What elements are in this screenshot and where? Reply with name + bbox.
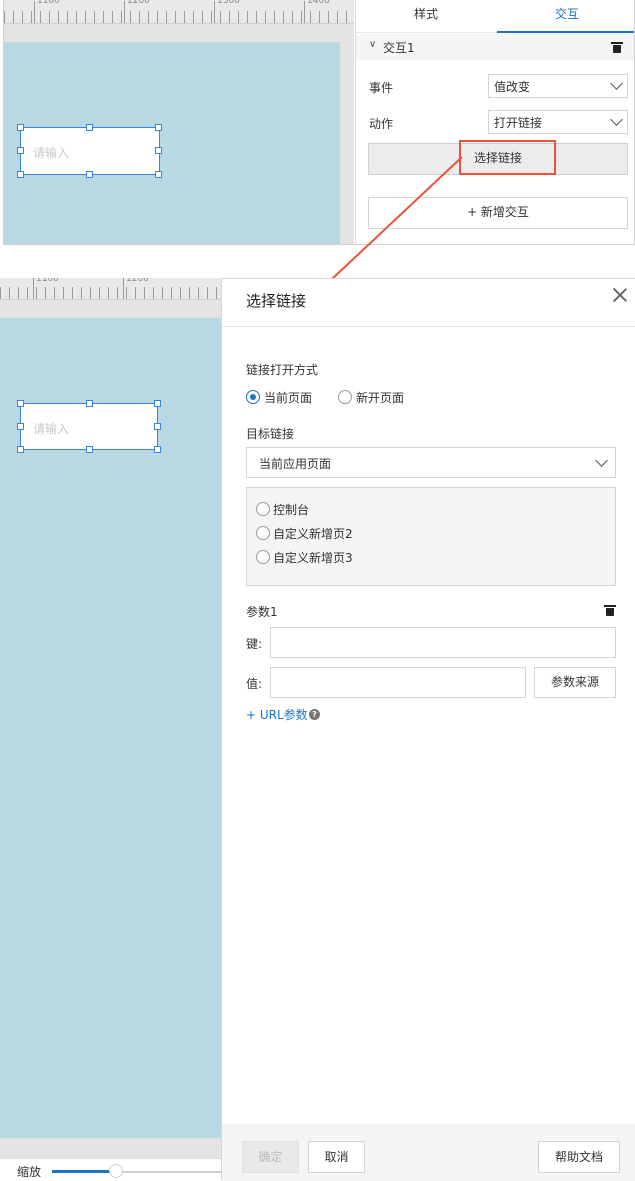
resize-handle[interactable] xyxy=(154,400,161,407)
event-label: 事件 xyxy=(369,81,394,95)
resize-handle[interactable] xyxy=(86,446,93,453)
tab-style[interactable]: 样式 xyxy=(356,0,496,33)
key-label: 键: xyxy=(246,637,263,651)
dialog-footer: 确定 取消 帮助文档 xyxy=(222,1124,635,1181)
ruler-label: 1100 xyxy=(37,0,60,6)
tab-interaction[interactable]: 交互 xyxy=(497,0,634,33)
add-url-param-link[interactable]: + URL参数 xyxy=(246,706,308,723)
list-item[interactable]: 控制台 xyxy=(256,501,456,517)
page-label: 自定义新增页2 xyxy=(273,527,353,541)
resize-handle[interactable] xyxy=(86,124,93,131)
chevron-down-icon[interactable]: ∨ xyxy=(369,39,376,50)
radio-unchecked-icon xyxy=(256,550,270,564)
chevron-down-icon xyxy=(610,113,623,126)
resize-handle[interactable] xyxy=(155,124,162,131)
help-docs-button[interactable]: 帮助文档 xyxy=(538,1141,620,1173)
add-interaction-button[interactable]: + 新增交互 xyxy=(368,197,628,229)
resize-handle[interactable] xyxy=(154,446,161,453)
radio-label: 当前页面 xyxy=(264,391,313,405)
event-select-value: 值改变 xyxy=(494,80,531,94)
action-label: 动作 xyxy=(369,117,394,131)
resize-handle[interactable] xyxy=(86,171,93,178)
horizontal-ruler: 1100 1200 xyxy=(0,278,221,300)
radio-unchecked-icon xyxy=(256,526,270,540)
chevron-down-icon xyxy=(595,454,608,467)
canvas-area: 1100 1200 请输入 缩放 xyxy=(0,278,221,1180)
radio-unchecked-icon xyxy=(338,390,352,404)
target-select-value: 当前应用页面 xyxy=(259,457,332,471)
radio-new-page[interactable]: 新开页面 xyxy=(338,389,448,405)
zoom-bar: 缩放 xyxy=(0,1158,221,1180)
action-select-value: 打开链接 xyxy=(494,116,543,130)
radio-checked-icon xyxy=(246,390,260,404)
resize-handle[interactable] xyxy=(155,171,162,178)
trash-icon[interactable] xyxy=(611,42,623,53)
canvas-area: 1100 1200 1300 1400 请输入 xyxy=(4,0,354,244)
resize-handle[interactable] xyxy=(17,171,24,178)
input-placeholder: 请输入 xyxy=(33,422,70,436)
dialog-title: 选择链接 xyxy=(246,292,307,310)
resize-handle[interactable] xyxy=(17,147,24,154)
list-item[interactable]: 自定义新增页3 xyxy=(256,549,456,565)
resize-handle[interactable] xyxy=(17,446,24,453)
resize-handle[interactable] xyxy=(154,423,161,430)
resize-handle[interactable] xyxy=(17,400,24,407)
interaction-group-header[interactable]: ∨ 交互1 xyxy=(356,34,634,60)
confirm-button[interactable]: 确定 xyxy=(242,1141,299,1173)
interaction-group-title: 交互1 xyxy=(383,41,415,55)
page-list: 控制台 自定义新增页2 自定义新增页3 xyxy=(246,487,616,586)
help-icon[interactable]: ? xyxy=(309,709,320,720)
radio-unchecked-icon xyxy=(256,502,270,516)
properties-panel: 样式 交互 ∨ 交互1 事件 值改变 动作 打开链接 选择链接 + 新增交互 xyxy=(355,0,634,244)
ruler-label: 1300 xyxy=(217,0,240,6)
radio-label: 新开页面 xyxy=(356,391,405,405)
target-link-select[interactable]: 当前应用页面 xyxy=(246,447,616,478)
tab-bar: 样式 交互 xyxy=(356,0,634,33)
vertical-scrollbar[interactable] xyxy=(340,24,354,244)
dialog-header: 选择链接 xyxy=(222,279,635,327)
ruler-label: 1200 xyxy=(127,0,150,6)
ruler-label: 1200 xyxy=(126,278,149,284)
zoom-fill xyxy=(52,1170,116,1173)
param-source-button[interactable]: 参数来源 xyxy=(534,667,616,698)
input-placeholder: 请输入 xyxy=(33,146,70,160)
chevron-down-icon xyxy=(610,77,623,90)
target-link-label: 目标链接 xyxy=(246,427,295,441)
action-select[interactable]: 打开链接 xyxy=(488,110,628,134)
value-label: 值: xyxy=(246,677,263,691)
canvas-input-component[interactable]: 请输入 xyxy=(20,127,160,175)
ruler-label: 1400 xyxy=(307,0,330,6)
bottom-editor-panel: 1100 1200 请输入 缩放 选择链接 链接打开方式 当前页面 新开页面 目… xyxy=(0,278,635,1181)
param-title: 参数1 xyxy=(246,605,278,619)
list-item[interactable]: 自定义新增页2 xyxy=(256,525,456,541)
page-label: 控制台 xyxy=(273,503,310,517)
canvas-input-component[interactable]: 请输入 xyxy=(20,403,158,450)
resize-handle[interactable] xyxy=(17,423,24,430)
resize-handle[interactable] xyxy=(86,400,93,407)
resize-handle[interactable] xyxy=(17,124,24,131)
zoom-slider-handle[interactable] xyxy=(109,1164,123,1178)
resize-handle[interactable] xyxy=(155,147,162,154)
trash-icon[interactable] xyxy=(604,605,616,616)
zoom-label: 缩放 xyxy=(17,1165,42,1179)
select-link-dialog: 选择链接 链接打开方式 当前页面 新开页面 目标链接 当前应用页面 控制台 自定… xyxy=(221,278,635,1181)
param-key-input[interactable] xyxy=(270,627,616,658)
top-editor-panel: 1100 1200 1300 1400 请输入 样式 交互 ∨ 交互1 事件 值… xyxy=(3,0,635,245)
horizontal-ruler: 1100 1200 1300 1400 xyxy=(4,0,354,24)
ruler-label: 1100 xyxy=(36,278,59,284)
cancel-button[interactable]: 取消 xyxy=(308,1141,365,1173)
param-value-input[interactable] xyxy=(270,667,526,698)
highlight-box xyxy=(459,140,556,175)
page-label: 自定义新增页3 xyxy=(273,551,353,565)
event-select[interactable]: 值改变 xyxy=(488,74,628,98)
open-mode-label: 链接打开方式 xyxy=(246,363,319,377)
close-icon[interactable] xyxy=(610,285,630,305)
